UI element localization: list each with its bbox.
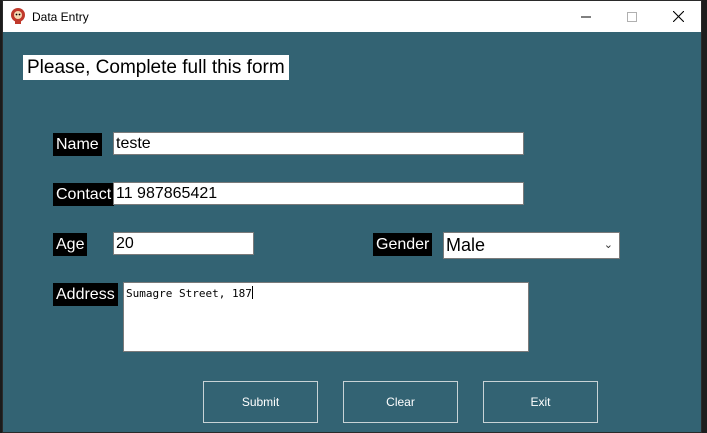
chevron-down-icon: ⌄ xyxy=(603,239,613,251)
text-caret xyxy=(251,286,253,299)
gender-selected-value: Male xyxy=(446,235,486,255)
contact-label: Contact xyxy=(53,183,115,206)
app-icon xyxy=(11,8,25,24)
gender-select[interactable]: Male ⌄ xyxy=(443,232,620,259)
name-field[interactable]: teste xyxy=(113,132,524,155)
contact-field[interactable]: 11 987865421 xyxy=(113,182,524,205)
maximize-button[interactable] xyxy=(609,1,655,32)
form-heading: Please, Complete full this form xyxy=(23,55,289,80)
title-bar[interactable]: Data Entry xyxy=(3,1,701,32)
address-text: Sumagre Street, 187 xyxy=(126,287,252,300)
age-label: Age xyxy=(53,233,88,256)
minimize-icon xyxy=(581,16,591,17)
window-title: Data Entry xyxy=(32,10,89,24)
name-label: Name xyxy=(53,133,102,156)
exit-button[interactable]: Exit xyxy=(483,381,598,423)
data-entry-window: Data Entry Please, Complete full this fo… xyxy=(3,1,701,432)
address-textarea[interactable]: Sumagre Street, 187 xyxy=(123,282,529,352)
minimize-button[interactable] xyxy=(563,1,609,32)
submit-button[interactable]: Submit xyxy=(203,381,318,423)
age-field[interactable]: 20 xyxy=(113,232,254,255)
maximize-icon xyxy=(627,11,637,22)
gender-label: Gender xyxy=(373,233,433,256)
close-button[interactable] xyxy=(655,1,701,32)
close-icon xyxy=(672,11,684,22)
background-editor-edge xyxy=(701,0,707,433)
address-label: Address xyxy=(53,283,118,306)
clear-button[interactable]: Clear xyxy=(343,381,458,423)
